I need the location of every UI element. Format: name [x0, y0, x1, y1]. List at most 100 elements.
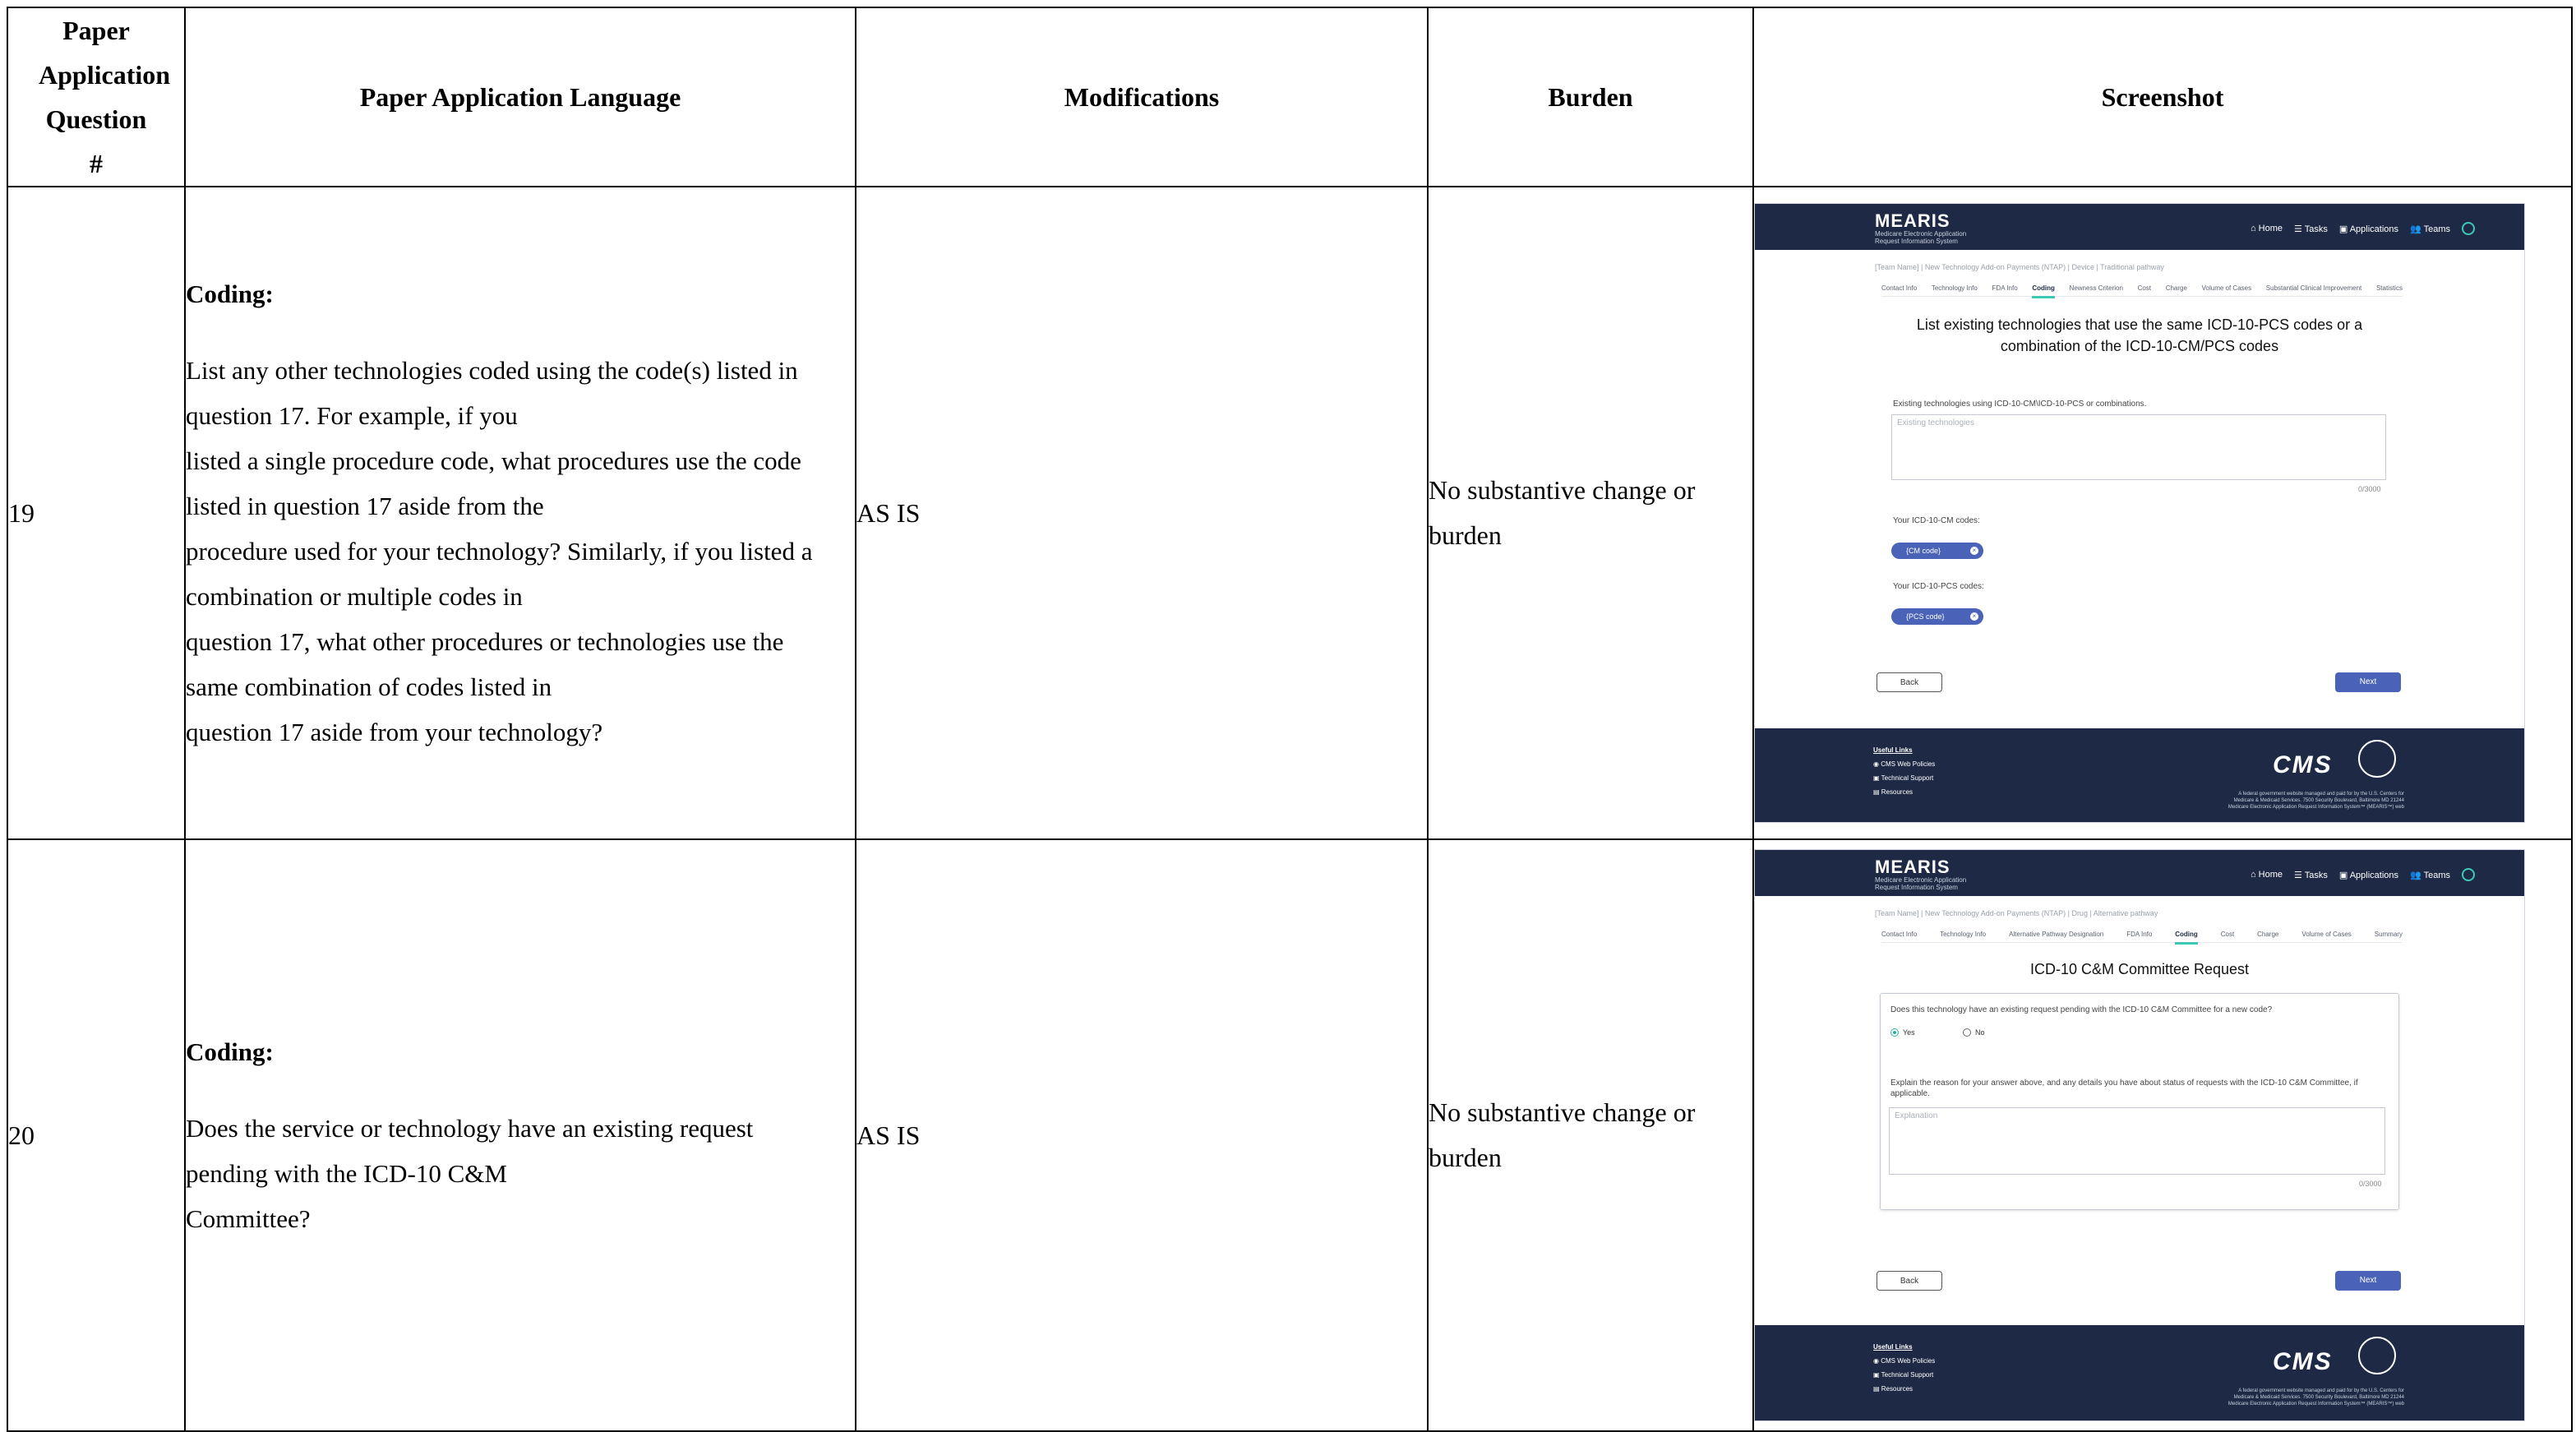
existing-technologies-field[interactable]: Existing technologies [1891, 414, 2386, 480]
footer-link[interactable]: ▣ Technical Support [1873, 771, 1935, 785]
tab-newness[interactable]: Newness Criterion [2070, 284, 2123, 292]
language-line: List any other technologies coded using … [186, 356, 798, 385]
burden-line: burden [1429, 520, 1502, 550]
page-title: ICD-10 C&M Committee Request [2029, 961, 2250, 977]
tab-summary[interactable]: Summary [2375, 931, 2403, 938]
footer: Useful Links ◉ CMS Web Policies ▣ Techni… [1755, 728, 2524, 822]
cms-logo: CMS [2273, 1348, 2333, 1375]
paper-language: Coding: Does the service or technology h… [184, 838, 856, 1432]
footer-link[interactable]: ◉ CMS Web Policies [1873, 1354, 1935, 1368]
header-modifications: Modifications [855, 7, 1429, 187]
language-line: question 17 aside from your technology? [186, 718, 603, 746]
language-line: Committee? [186, 1204, 311, 1233]
header-burden: Burden [1427, 7, 1754, 187]
nav-applications[interactable]: ▣ Applications [2339, 870, 2398, 880]
radio-yes[interactable]: Yes [1890, 1028, 1915, 1037]
language-line: combination or multiple codes in [186, 582, 523, 611]
table-row: 20 Coding: Does the service or technolog… [7, 838, 2573, 1432]
nav-teams[interactable]: 👥 Teams [2410, 224, 2450, 234]
breadcrumb: [Team Name] | New Technology Add-on Paym… [1875, 263, 2164, 271]
nav-home[interactable]: ⌂ Home [2251, 224, 2283, 233]
step-tabs: Contact Info Technology Info Alternative… [1881, 931, 2403, 945]
footer-note: A federal government website managed and… [2227, 792, 2404, 810]
radio-selected-icon [1890, 1028, 1899, 1037]
back-button[interactable]: Back [1877, 1271, 1942, 1291]
tab-cost[interactable]: Cost [2138, 284, 2151, 292]
section-heading: Coding: [186, 279, 274, 308]
header-row: Paper Application Question # Paper Appli… [7, 7, 2573, 187]
cm-code-chip[interactable]: {CM code} × [1891, 543, 1983, 559]
tab-charge[interactable]: Charge [2257, 931, 2278, 938]
explanation-field[interactable]: Explanation [1889, 1107, 2385, 1175]
language-line: listed a single procedure code, what pro… [186, 446, 801, 475]
tab-technology-info[interactable]: Technology Info [1940, 931, 1986, 938]
logo-subtitle: Medicare Electronic Application Request … [1875, 876, 1967, 891]
cm-codes-label: Your ICD-10-CM codes: [1893, 516, 1980, 525]
footer-link[interactable]: ▣ Technical Support [1873, 1368, 1935, 1382]
tab-coding[interactable]: Coding [2032, 284, 2055, 298]
language-line: question 17. For example, if you [186, 401, 518, 430]
footer-link[interactable]: ▤ Resources [1873, 785, 1935, 799]
modifications-cell: AS IS [855, 186, 1429, 840]
user-avatar-icon[interactable] [2462, 222, 2475, 235]
footer-heading: Useful Links [1873, 1343, 1913, 1351]
footer: Useful Links ◉ CMS Web Policies ▣ Techni… [1755, 1325, 2524, 1420]
remove-icon[interactable]: × [1970, 547, 1978, 555]
nav-home[interactable]: ⌂ Home [2251, 870, 2283, 880]
screenshot-cell: MEARIS Medicare Electronic Application R… [1752, 186, 2573, 840]
tab-statistics[interactable]: Statistics [2376, 284, 2403, 292]
logo-subtitle: Medicare Electronic Application Request … [1875, 230, 1967, 245]
footer-link[interactable]: ▤ Resources [1873, 1382, 1935, 1396]
radio-no[interactable]: No [1963, 1028, 1985, 1037]
tab-cost[interactable]: Cost [2221, 931, 2234, 938]
pcs-code-chip[interactable]: {PCS code} × [1891, 608, 1983, 625]
language-line: question 17, what other procedures or te… [186, 627, 784, 656]
footer-link[interactable]: ◉ CMS Web Policies [1873, 757, 1935, 771]
question-number: 20 [7, 838, 186, 1432]
nav-applications[interactable]: ▣ Applications [2339, 224, 2398, 234]
header-language: Paper Application Language [184, 7, 856, 187]
nav-tasks[interactable]: ☰ Tasks [2294, 870, 2328, 880]
tab-substantial-improvement[interactable]: Substantial Clinical Improvement [2266, 284, 2362, 292]
header-screenshot: Screenshot [1752, 7, 2573, 187]
tab-volume[interactable]: Volume of Cases [2301, 931, 2351, 938]
remove-icon[interactable]: × [1970, 612, 1978, 621]
screenshot-cell: MEARIS Medicare Electronic Application R… [1752, 838, 2573, 1432]
header-question-num: Paper Application Question # [7, 7, 186, 187]
char-counter: 0/3000 [2358, 485, 2381, 493]
question-card: Does this technology have an existing re… [1880, 993, 2399, 1210]
burden-line: No substantive change or [1429, 1097, 1696, 1127]
footer-note: A federal government website managed and… [2227, 1388, 2404, 1407]
language-line: Does the service or technology have an e… [186, 1114, 754, 1143]
table-row: 19 Coding: List any other technologies c… [7, 186, 2573, 840]
tab-contact-info[interactable]: Contact Info [1881, 931, 1917, 938]
next-button[interactable]: Next [2335, 672, 2401, 692]
language-line: procedure used for your technology? Simi… [186, 537, 813, 566]
tab-alternative-pathway[interactable]: Alternative Pathway Designation [2009, 931, 2103, 938]
hhs-seal-icon [2358, 1337, 2396, 1374]
field-label: Existing technologies using ICD-10-CM\IC… [1893, 400, 2147, 409]
nav-teams[interactable]: 👥 Teams [2410, 870, 2450, 880]
footer-links: Useful Links ◉ CMS Web Policies ▣ Techni… [1873, 1340, 1935, 1396]
next-button[interactable]: Next [2335, 1271, 2401, 1291]
breadcrumb: [Team Name] | New Technology Add-on Paym… [1875, 909, 2158, 917]
tab-fda-info[interactable]: FDA Info [2126, 931, 2152, 938]
language-line: same combination of codes listed in [186, 672, 552, 701]
user-avatar-icon[interactable] [2462, 868, 2475, 881]
tab-technology-info[interactable]: Technology Info [1932, 284, 1978, 292]
hhs-seal-icon [2358, 740, 2396, 778]
burden-line: burden [1429, 1143, 1502, 1172]
footer-heading: Useful Links [1873, 746, 1913, 754]
mearis-logo: MEARIS [1875, 210, 1950, 231]
tab-charge[interactable]: Charge [2166, 284, 2187, 292]
tab-contact-info[interactable]: Contact Info [1881, 284, 1917, 292]
nav-tasks[interactable]: ☰ Tasks [2294, 224, 2328, 234]
tab-fda-info[interactable]: FDA Info [1992, 284, 2018, 292]
mearis-logo: MEARIS [1875, 857, 1950, 877]
footer-links: Useful Links ◉ CMS Web Policies ▣ Techni… [1873, 743, 1935, 799]
tab-volume[interactable]: Volume of Cases [2202, 284, 2251, 292]
tab-coding[interactable]: Coding [2175, 931, 2198, 945]
back-button[interactable]: Back [1877, 672, 1942, 692]
page-title: List existing technologies that use the … [1916, 316, 2363, 354]
char-counter: 0/3000 [2359, 1180, 2382, 1188]
